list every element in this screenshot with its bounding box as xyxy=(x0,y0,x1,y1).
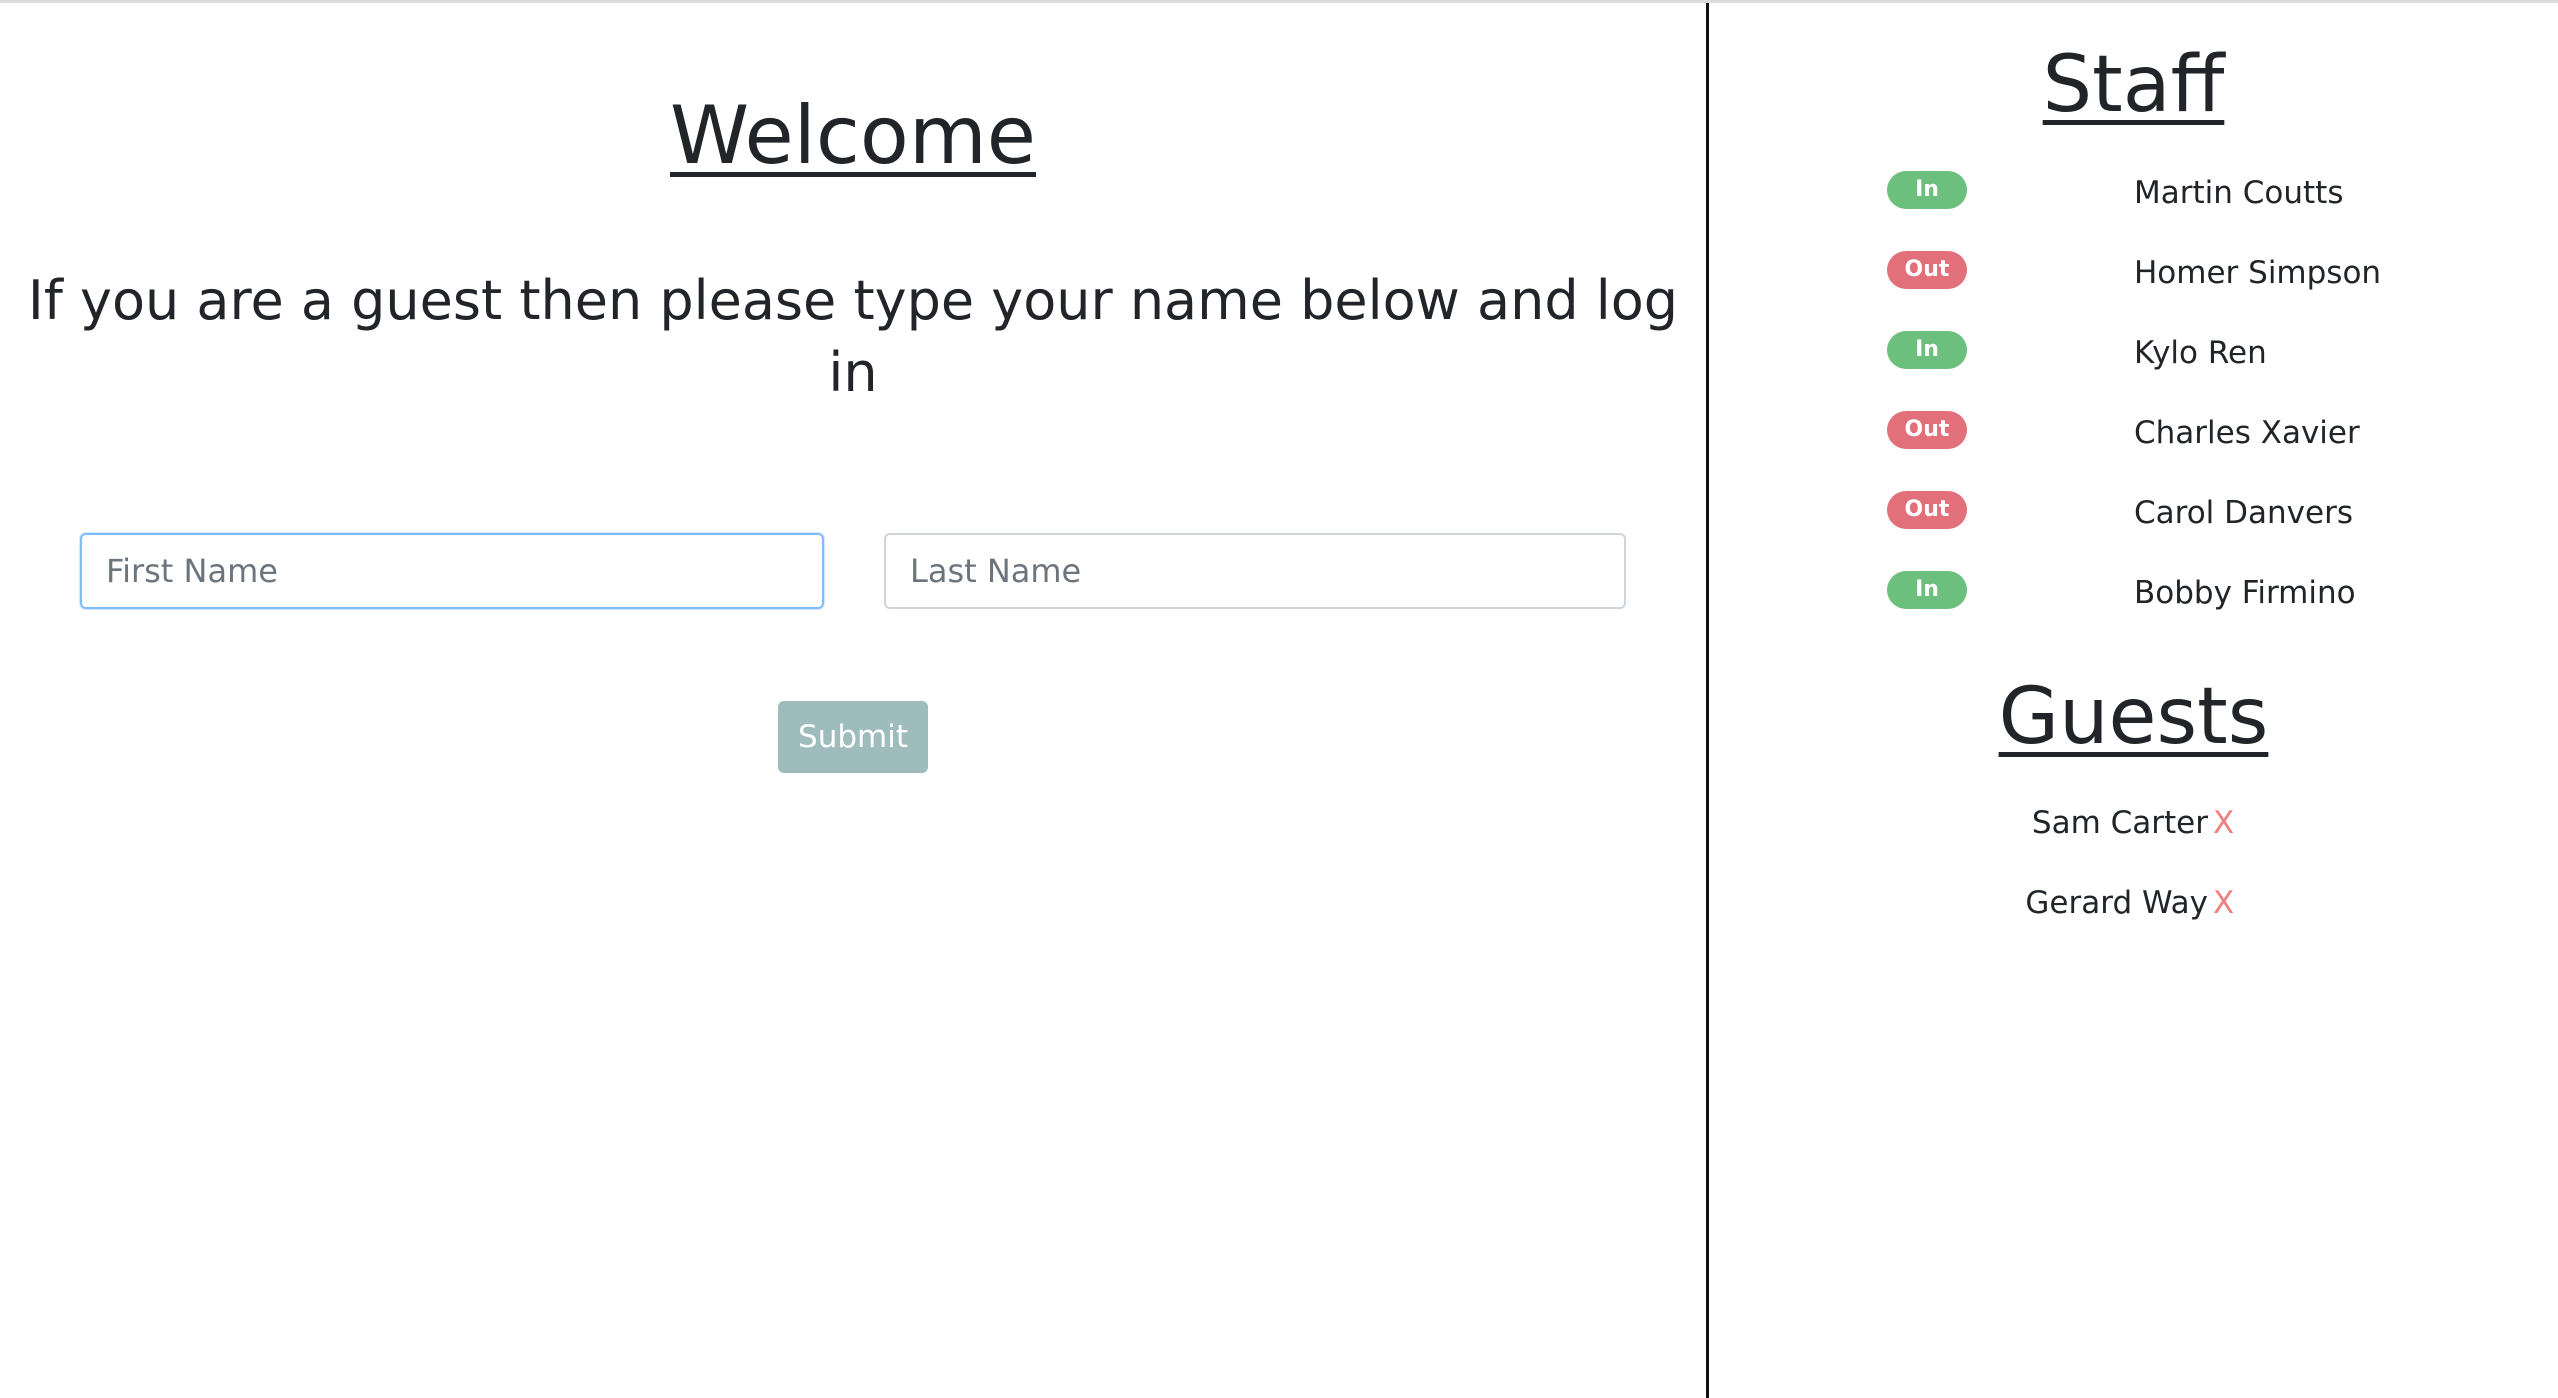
staff-row: In Bobby Firmino xyxy=(1709,567,2558,617)
remove-guest-button[interactable]: X xyxy=(2213,881,2234,925)
status-badge[interactable]: Out xyxy=(1887,251,1967,289)
guest-login-panel: Welcome If you are a guest then please t… xyxy=(0,3,1706,1398)
last-name-input[interactable] xyxy=(884,533,1626,609)
staff-title: Staff xyxy=(2042,40,2225,130)
status-badge[interactable]: In xyxy=(1887,331,1967,369)
staff-name: Kylo Ren xyxy=(2134,335,2267,371)
guest-name: Sam Carter xyxy=(2031,805,2208,841)
staff-row: In Martin Coutts xyxy=(1709,167,2558,217)
staff-row: Out Homer Simpson xyxy=(1709,247,2558,297)
page: Welcome If you are a guest then please t… xyxy=(0,0,2558,1398)
status-badge[interactable]: In xyxy=(1887,171,1967,209)
staff-row: Out Carol Danvers xyxy=(1709,487,2558,537)
staff-name: Homer Simpson xyxy=(2134,255,2382,291)
guest-name: Gerard Way xyxy=(2025,885,2208,921)
remove-guest-button[interactable]: X xyxy=(2213,801,2234,845)
staff-name: Martin Coutts xyxy=(2134,175,2344,211)
status-badge[interactable]: Out xyxy=(1887,411,1967,449)
staff-name: Bobby Firmino xyxy=(2134,575,2356,611)
attendance-panel: Staff In Martin Coutts Out Homer Simpson… xyxy=(1709,3,2558,1398)
staff-row: In Kylo Ren xyxy=(1709,327,2558,377)
status-badge[interactable]: In xyxy=(1887,571,1967,609)
guest-row: Gerard Way X xyxy=(1709,881,2558,931)
guest-row: Sam Carter X xyxy=(1709,801,2558,851)
staff-name: Carol Danvers xyxy=(2134,495,2353,531)
welcome-title: Welcome xyxy=(670,89,1036,182)
status-badge[interactable]: Out xyxy=(1887,491,1967,529)
guest-instructions: If you are a guest then please type your… xyxy=(27,269,1679,404)
staff-row: Out Charles Xavier xyxy=(1709,407,2558,457)
submit-button[interactable]: Submit xyxy=(778,701,928,773)
first-name-input[interactable] xyxy=(80,533,824,609)
guests-title: Guests xyxy=(1998,672,2269,762)
staff-name: Charles Xavier xyxy=(2134,415,2360,451)
